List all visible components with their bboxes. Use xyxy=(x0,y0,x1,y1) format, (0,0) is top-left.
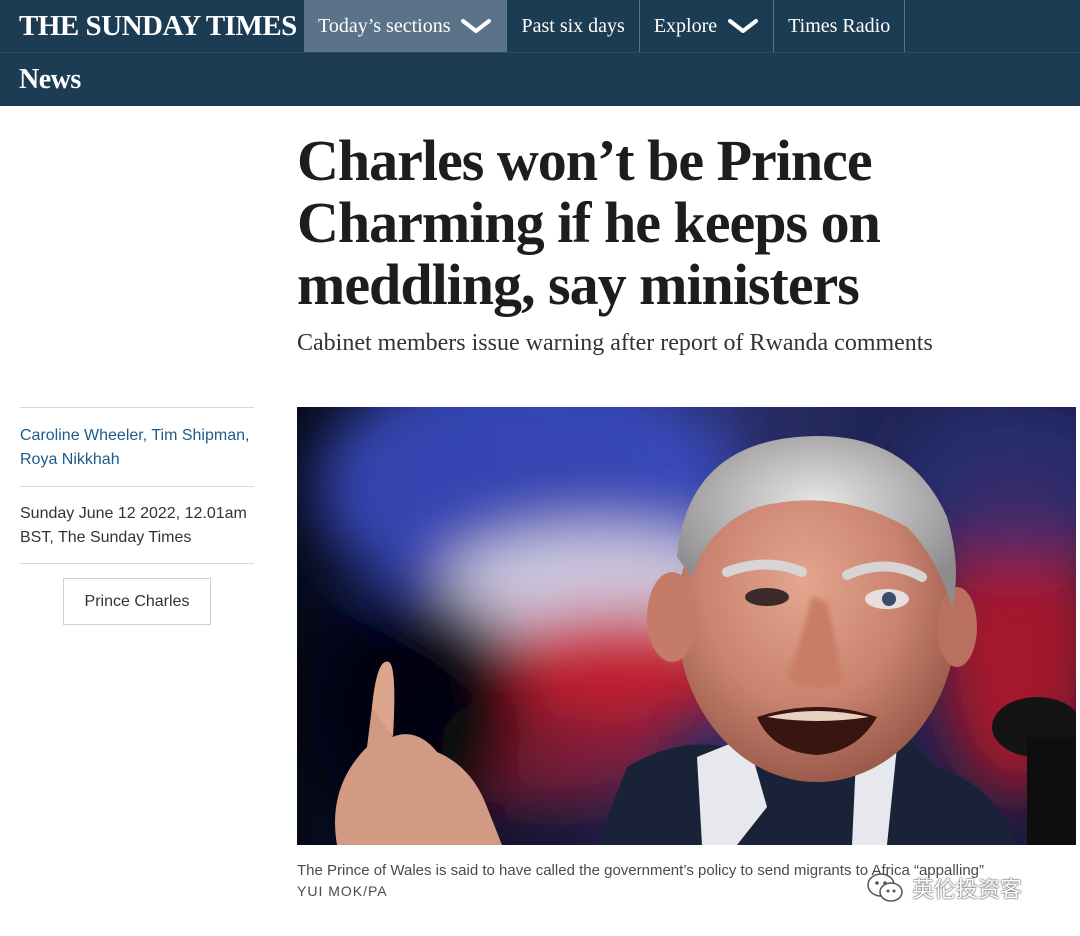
article-lead-image[interactable] xyxy=(297,407,1076,845)
wechat-icon xyxy=(866,871,904,905)
nav-todays-sections[interactable]: Today’s sections xyxy=(304,0,508,52)
section-title[interactable]: News xyxy=(19,64,81,96)
masthead-logo[interactable]: THE SUNDAY TIMES xyxy=(0,0,304,52)
headline-line: Charming if he keeps on xyxy=(297,190,881,255)
watermark: 英伦投资客 xyxy=(866,868,1022,908)
image-credit: YUI MOK/PA xyxy=(297,883,388,899)
author-line[interactable]: Roya Nikkhah xyxy=(20,448,254,472)
chevron-down-icon xyxy=(460,17,492,35)
nav-times-radio[interactable]: Times Radio xyxy=(774,0,906,52)
lead-photo xyxy=(297,407,1076,845)
headline-line: Charles won’t be Prince xyxy=(297,128,873,193)
nav-past-six-days[interactable]: Past six days xyxy=(507,0,640,52)
headline-line: meddling, say ministers xyxy=(297,252,860,317)
date-line: Sunday June 12 2022, 12.01am xyxy=(20,505,247,522)
article-meta: Caroline Wheeler, Tim Shipman, Roya Nikk… xyxy=(20,407,254,625)
nav-todays-sections-label: Today’s sections xyxy=(318,14,451,37)
top-nav: THE SUNDAY TIMES Today’s sections Past s… xyxy=(0,0,1080,52)
nav-past-six-days-label: Past six days xyxy=(521,14,625,37)
date-line: BST, The Sunday Times xyxy=(20,529,192,546)
article-headline: Charles won’t be Prince Charming if he k… xyxy=(297,130,1057,316)
chevron-down-icon xyxy=(727,17,759,35)
article-dateline: Sunday June 12 2022, 12.01am BST, The Su… xyxy=(20,487,254,563)
watermark-text: 英伦投资客 xyxy=(912,878,1023,903)
nav-explore-label: Explore xyxy=(653,14,718,37)
article-standfirst: Cabinet members issue warning after repo… xyxy=(297,330,933,356)
author-line[interactable]: Caroline Wheeler, Tim Shipman, xyxy=(20,424,254,448)
section-bar: News xyxy=(0,52,1080,106)
topic-tag-wrap: Prince Charles xyxy=(20,564,254,625)
nav-times-radio-label: Times Radio xyxy=(788,14,891,37)
article-authors[interactable]: Caroline Wheeler, Tim Shipman, Roya Nikk… xyxy=(20,408,254,486)
topic-tag-button[interactable]: Prince Charles xyxy=(63,578,211,625)
nav-explore[interactable]: Explore xyxy=(640,0,775,52)
